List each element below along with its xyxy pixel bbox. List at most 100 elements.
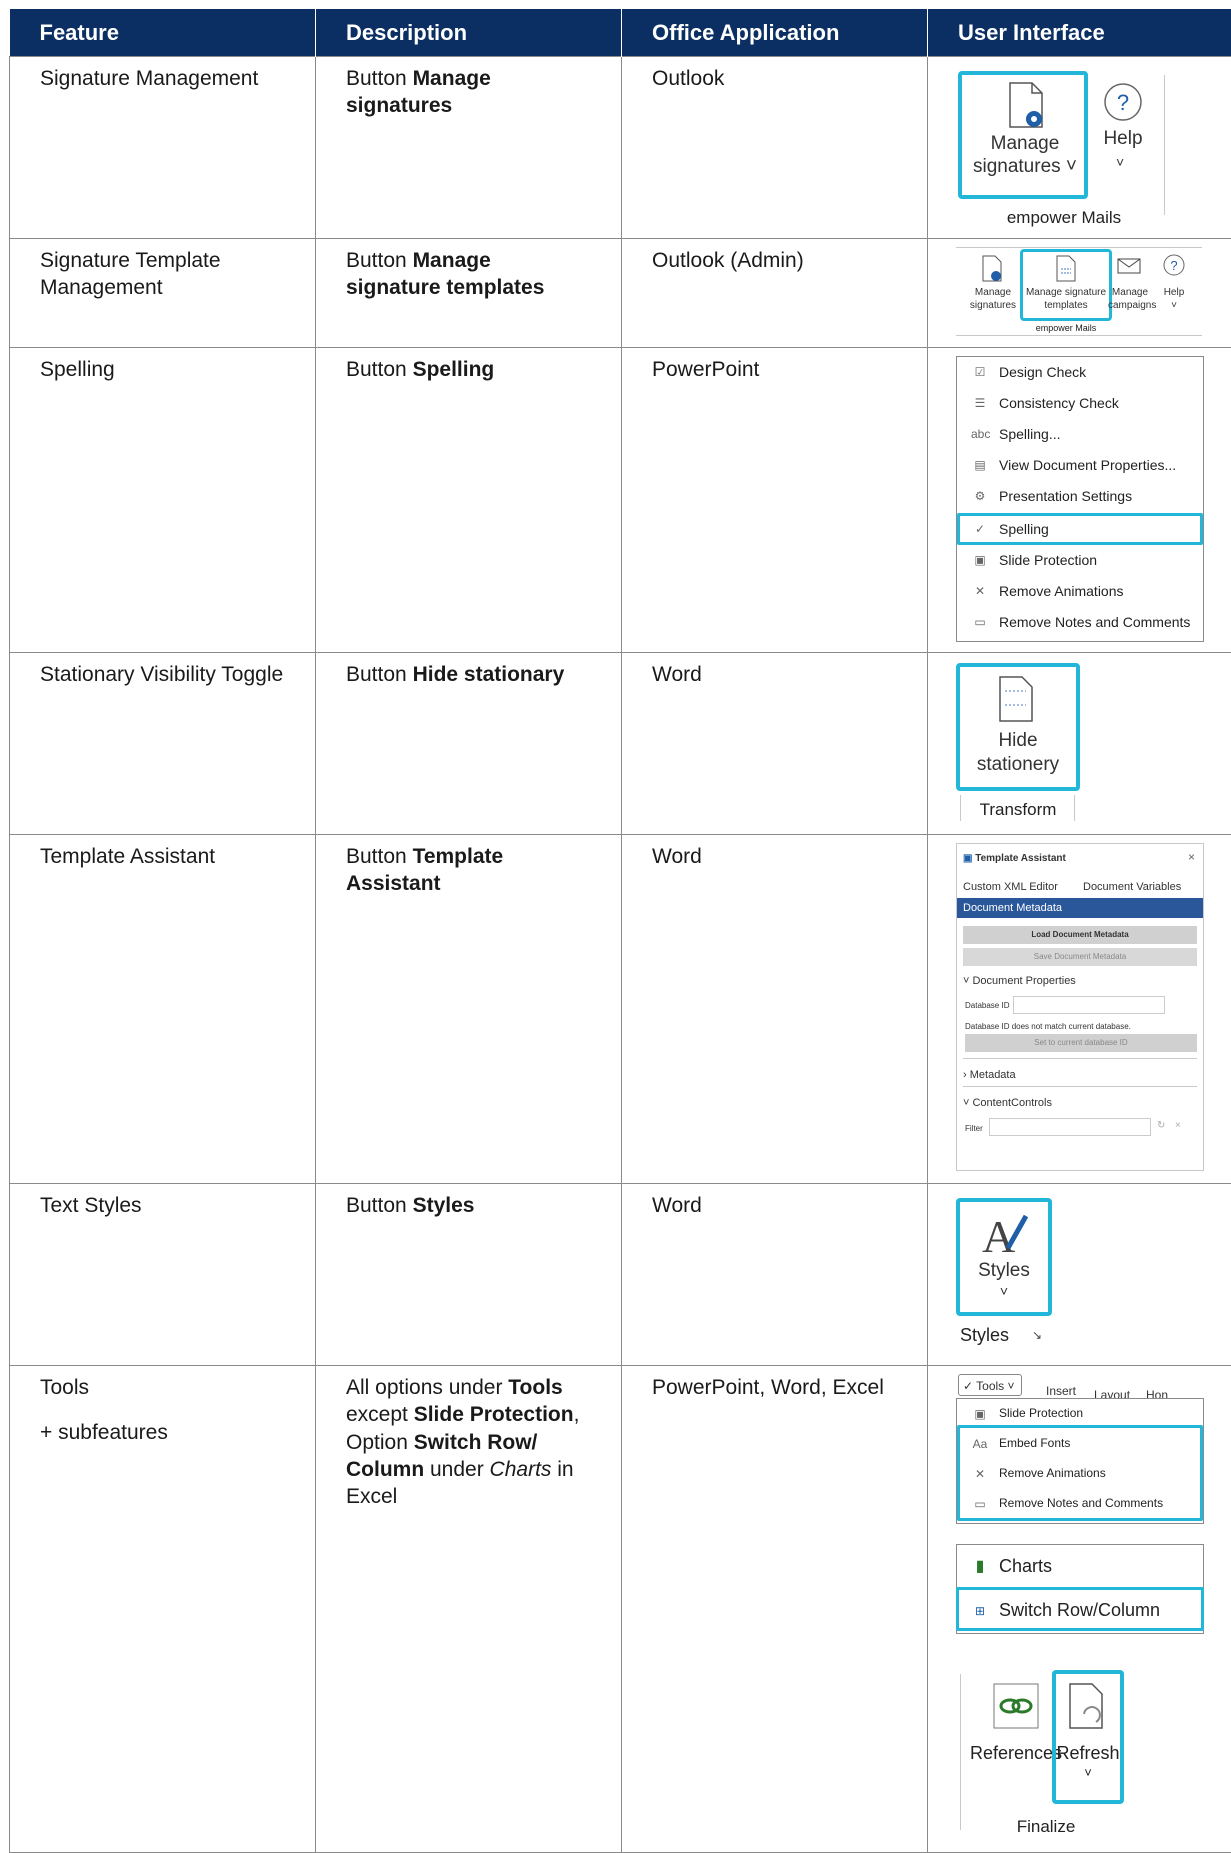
switch-grid-icon: ⊞	[971, 1602, 989, 1620]
tools-dropdown-button[interactable]: ✓ Tools ˅	[958, 1374, 1022, 1396]
close-icon[interactable]: ×	[1188, 850, 1195, 866]
table-row: Signature Template Management Button Man…	[10, 239, 1231, 348]
remove-animations-icon: ✕	[971, 1465, 989, 1483]
refresh-button[interactable]: Refresh˅	[1052, 1742, 1124, 1782]
signature-doc-icon	[980, 255, 1004, 283]
help-icon[interactable]: ?	[1102, 81, 1144, 123]
menu-item-spelling[interactable]: ✓Spelling	[957, 520, 1049, 538]
group-label: empower Mails	[976, 207, 1152, 229]
table-row: Template Assistant Button Template Assis…	[10, 835, 1231, 1184]
metadata-expander[interactable]: › Metadata	[963, 1068, 1016, 1082]
presentation-settings-icon: ⚙	[971, 487, 989, 505]
feature-cell: Stationary Visibility Toggle	[10, 653, 316, 835]
menu-item[interactable]: ⚙Presentation Settings	[957, 487, 1132, 505]
ui-cell: Manage signatures ˅ ? Help ˅ empower Mai…	[928, 57, 1231, 239]
menu-item[interactable]: ▭Remove Notes and Comments	[957, 1495, 1163, 1513]
dialog-launcher-icon[interactable]: ↘	[1032, 1328, 1042, 1344]
table-row: Stationary Visibility Toggle Button Hide…	[10, 653, 1231, 835]
filter-label: Filter	[965, 1124, 983, 1134]
manage-signatures-small-button[interactable]: Managesignatures	[958, 287, 1028, 312]
feature-cell: Signature Management	[10, 57, 316, 239]
app-cell: Word	[622, 835, 928, 1184]
slide-protection-icon: ▣	[971, 1405, 989, 1423]
tab-custom-xml[interactable]: Custom XML Editor	[963, 880, 1058, 894]
signature-doc-icon	[1006, 81, 1046, 131]
divider	[1164, 75, 1165, 215]
menu-item[interactable]: ▣Slide Protection	[957, 1405, 1083, 1423]
divider	[956, 335, 1202, 336]
campaign-mail-icon	[1116, 253, 1144, 279]
switch-row-column-item[interactable]: ⊞Switch Row/Column	[957, 1599, 1160, 1622]
header-row: Feature Description Office Application U…	[10, 9, 1231, 57]
save-metadata-button[interactable]: Save Document Metadata	[963, 948, 1197, 966]
header-description: Description	[316, 9, 622, 57]
header-ui: User Interface	[928, 9, 1231, 57]
word-icon: ▣	[963, 853, 972, 864]
references-icon	[992, 1682, 1040, 1730]
group-label: Transform	[960, 799, 1076, 821]
manage-campaigns-button[interactable]: Managecampaigns	[1108, 287, 1152, 312]
hide-stationery-button[interactable]: Hidestationery	[960, 729, 1076, 777]
template-assistant-pane: ▣ Template Assistant × Custom XML Editor…	[956, 843, 1204, 1171]
help-icon[interactable]: ?	[1162, 253, 1186, 277]
menu-item[interactable]: ✕Remove Animations	[957, 1465, 1106, 1483]
manage-signature-templates-button[interactable]: Manage signaturetemplates	[1020, 287, 1112, 312]
table-row: Tools + subfeatures All options under To…	[10, 1366, 1231, 1853]
menu-item[interactable]: abcSpelling...	[957, 425, 1060, 443]
feature-table: Feature Description Office Application U…	[9, 9, 1231, 1853]
description-cell: Button Spelling	[316, 348, 622, 653]
document-properties-expander[interactable]: ˅ Document Properties	[963, 974, 1076, 988]
database-id-label: Database ID	[965, 1001, 1009, 1011]
group-label: Styles	[960, 1324, 1020, 1347]
tab-document-metadata[interactable]: Document Metadata	[957, 898, 1203, 918]
menu-item[interactable]: AaEmbed Fonts	[957, 1435, 1070, 1453]
tab-document-variables[interactable]: Document Variables	[1083, 880, 1181, 894]
feature-cell: Text Styles	[10, 1184, 316, 1366]
charts-menu: ▮Charts ⊞Switch Row/Column	[956, 1544, 1204, 1634]
charts-menu-header[interactable]: ▮Charts	[957, 1555, 1052, 1578]
svg-text:A: A	[982, 1211, 1015, 1260]
app-cell: Word	[622, 1184, 928, 1366]
spelling-abc-icon: abc	[971, 425, 989, 443]
database-id-input[interactable]	[1013, 996, 1165, 1014]
ui-cell: ▣ Template Assistant × Custom XML Editor…	[928, 835, 1231, 1184]
app-cell: PowerPoint, Word, Excel	[622, 1366, 928, 1853]
help-button[interactable]: Help	[1098, 127, 1148, 152]
menu-item[interactable]: ▣Slide Protection	[957, 551, 1097, 569]
load-metadata-button[interactable]: Load Document Metadata	[963, 926, 1197, 944]
embed-fonts-icon: Aa	[971, 1435, 989, 1453]
app-cell: Outlook (Admin)	[622, 239, 928, 348]
slide-protection-icon: ▣	[971, 551, 989, 569]
clear-icon[interactable]: ×	[1175, 1119, 1181, 1132]
table-row: Text Styles Button Styles Word A Styles˅…	[10, 1184, 1231, 1366]
content-controls-expander[interactable]: ˅ ContentControls	[963, 1096, 1052, 1110]
menu-item[interactable]: ▭Remove Notes and Comments	[957, 613, 1190, 631]
description-cell: Button Template Assistant	[316, 835, 622, 1184]
design-check-icon: ☑	[971, 363, 989, 381]
feature-cell: Spelling	[10, 348, 316, 653]
menu-item[interactable]: ☑Design Check	[957, 363, 1086, 381]
help-button[interactable]: Help˅	[1156, 287, 1192, 312]
filter-input[interactable]	[989, 1118, 1151, 1136]
feature-cell: Signature Template Management	[10, 239, 316, 348]
menu-item[interactable]: ▤View Document Properties...	[957, 456, 1176, 474]
menu-item[interactable]: ☰Consistency Check	[957, 394, 1119, 412]
set-database-id-button[interactable]: Set to current database ID	[965, 1034, 1197, 1052]
ui-cell: ☑Design Check ☰Consistency Check abcSpel…	[928, 348, 1231, 653]
template-doc-icon	[1054, 255, 1078, 283]
styles-button[interactable]: Styles˅	[956, 1260, 1052, 1300]
remove-animations-icon: ✕	[971, 582, 989, 600]
remove-comments-icon: ▭	[971, 1495, 989, 1513]
tools-menu: ☑Design Check ☰Consistency Check abcSpel…	[956, 356, 1204, 642]
header-app: Office Application	[622, 9, 928, 57]
document-properties-icon: ▤	[971, 456, 989, 474]
feature-cell: Tools + subfeatures	[10, 1366, 316, 1853]
ui-cell: A Styles˅ Styles ↘	[928, 1184, 1231, 1366]
ui-cell: ✓ Tools ˅ Insert Layout Hon ▣Slide Prote…	[928, 1366, 1231, 1853]
chevron-down-icon: ˅	[1116, 153, 1124, 171]
refresh-icon[interactable]: ↻	[1157, 1119, 1165, 1132]
manage-signatures-button[interactable]: Manage signatures ˅	[970, 133, 1080, 179]
description-cell: All options under Tools except Slide Pro…	[316, 1366, 622, 1853]
menu-item[interactable]: ✕Remove Animations	[957, 582, 1124, 600]
references-button[interactable]: References	[970, 1742, 1062, 1765]
